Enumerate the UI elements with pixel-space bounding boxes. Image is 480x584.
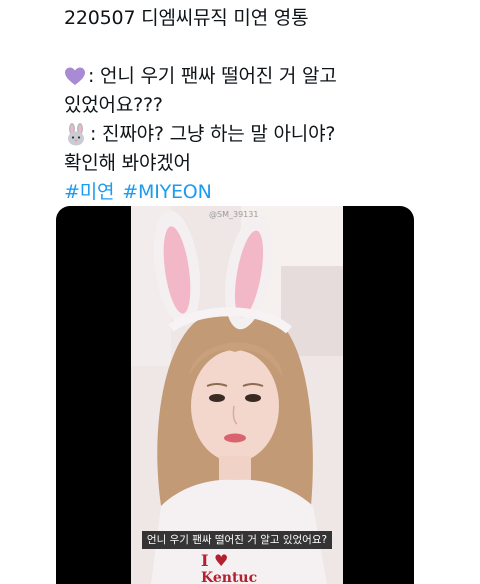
video-subtitle-text: 언니 우기 팬싸 떨어진 거 알고 있었어요? xyxy=(141,531,333,549)
tweet-quote-miyeon-cont: 있었어요??? xyxy=(64,94,163,116)
tweet-quote-miyeon: : 언니 우기 팬싸 떨어진 거 알고 xyxy=(88,65,337,87)
video-frame[interactable]: I ♥ Kentuc @SM_39131 언니 우기 팬싸 떨어진 거 알고 있… xyxy=(131,206,343,584)
tweet-date-title: 220507 디엠씨뮤직 미연 영통 xyxy=(64,7,309,29)
video-watermark: @SM_39131 xyxy=(209,210,259,219)
tweet-line-4: : 진짜야? 그냥 하는 말 아니야? xyxy=(64,120,464,149)
tweet-text: 220507 디엠씨뮤직 미연 영통 : 언니 우기 팬싸 떨어진 거 알고 있… xyxy=(64,4,464,207)
hashtag-miyeon-korean[interactable]: #미연 xyxy=(64,178,114,207)
purple-heart-icon xyxy=(64,66,86,88)
tweet-line-3: 있었어요??? xyxy=(64,91,464,120)
tweet-quote-shuhua: : 진짜야? 그냥 하는 말 아니야? xyxy=(90,123,336,145)
tweet-quote-shuhua-cont: 확인해 봐야겠어 xyxy=(64,152,191,174)
video-media[interactable]: I ♥ Kentuc @SM_39131 언니 우기 팬싸 떨어진 거 알고 있… xyxy=(56,206,414,584)
video-subtitle: 언니 우기 팬싸 떨어진 거 알고 있었어요? xyxy=(131,528,343,549)
tweet-line-1: 220507 디엠씨뮤직 미연 영통 xyxy=(64,4,464,33)
hashtag-miyeon[interactable]: #MIYEON xyxy=(122,178,211,207)
svg-text:Kentuc: Kentuc xyxy=(201,570,257,584)
svg-text:I ♥: I ♥ xyxy=(201,551,228,570)
rabbit-face-icon xyxy=(64,122,88,147)
tweet-line-2: : 언니 우기 팬싸 떨어진 거 알고 xyxy=(64,62,464,91)
tweet-line-5: 확인해 봐야겠어 xyxy=(64,149,464,178)
tweet-hashtags: #미연 #MIYEON xyxy=(64,178,464,207)
